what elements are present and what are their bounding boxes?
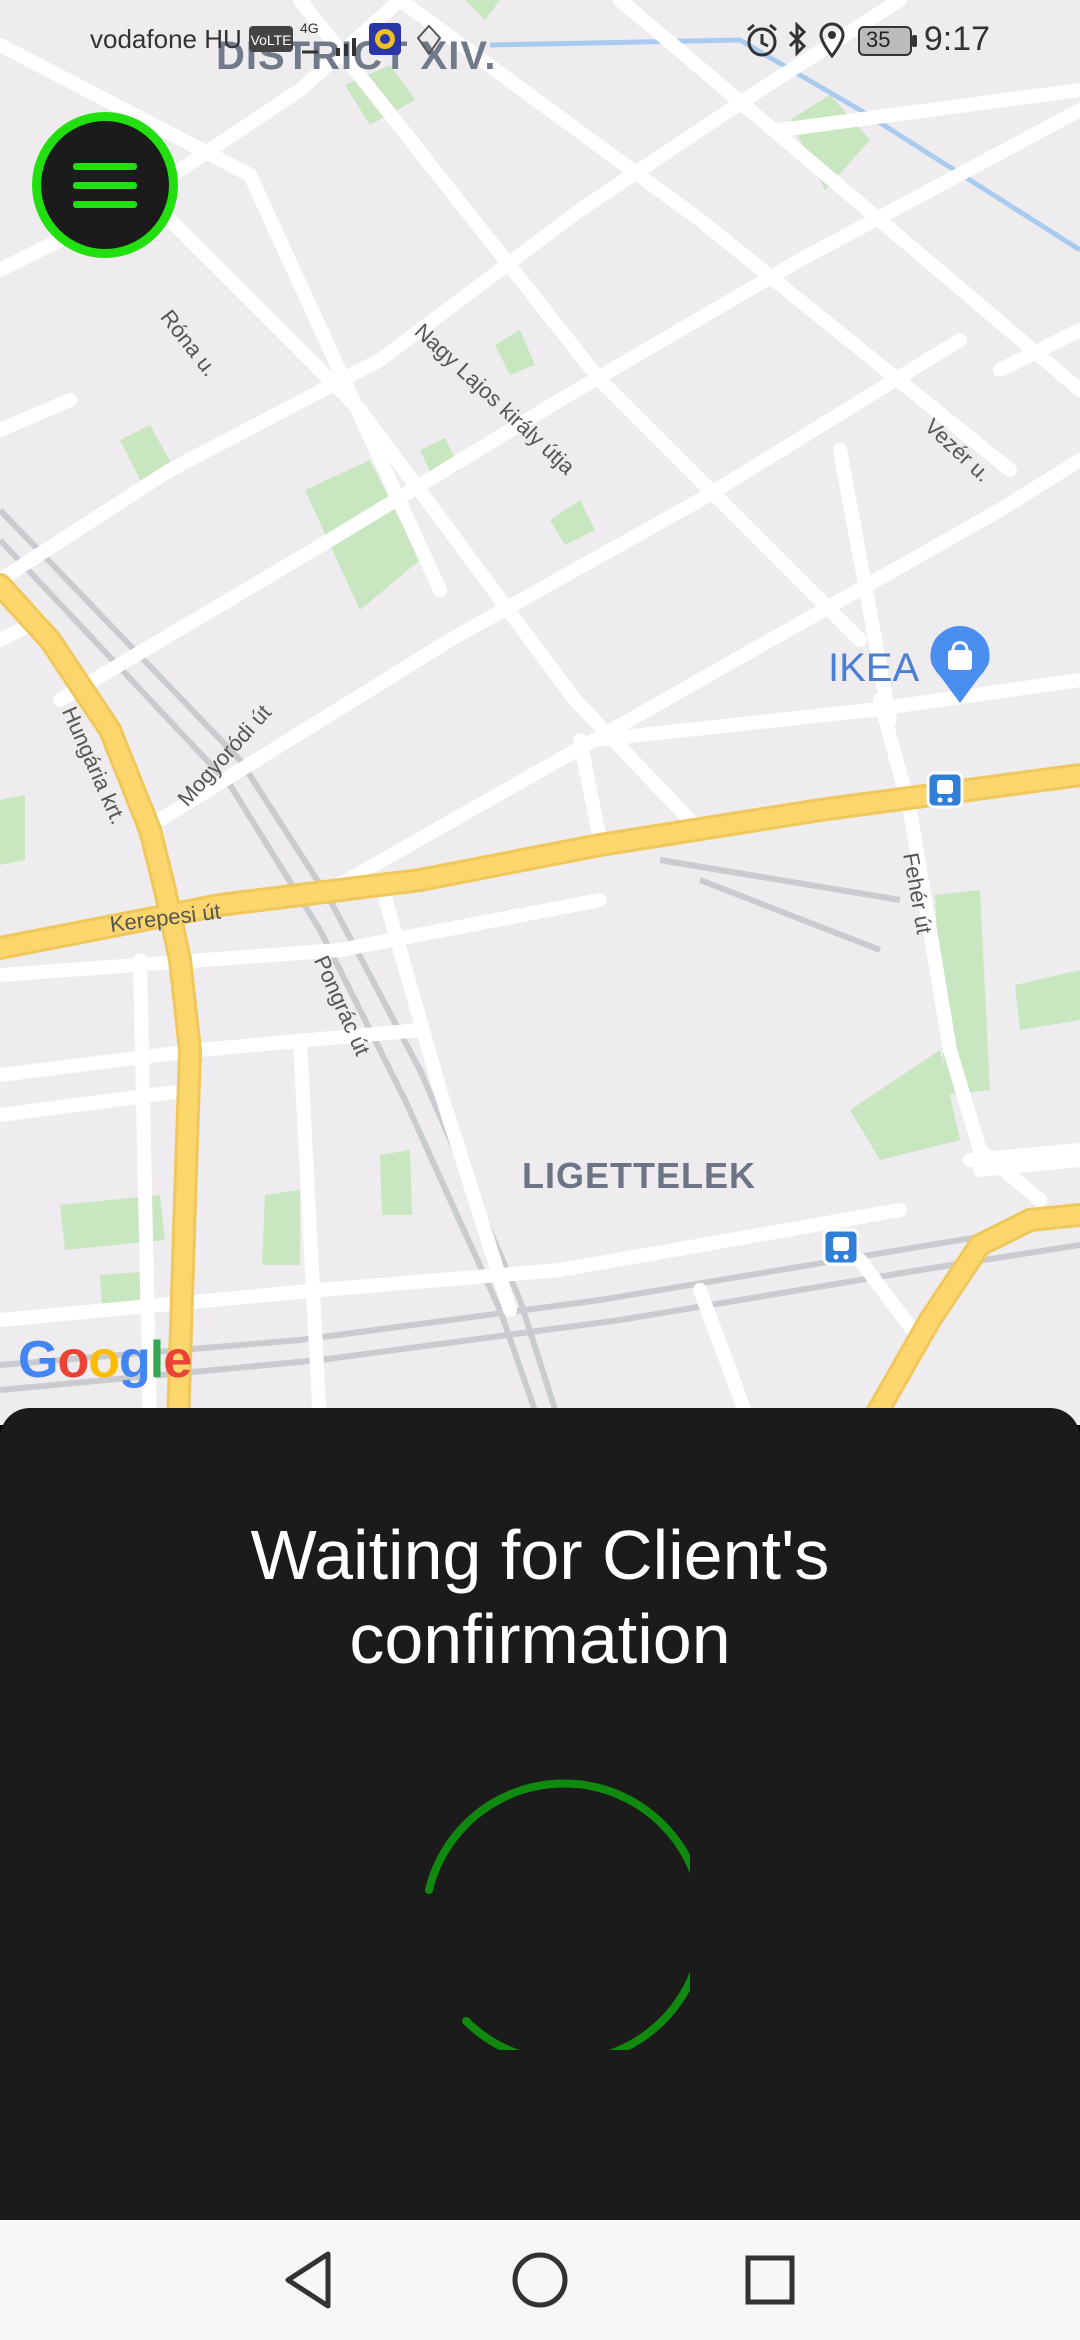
confirmation-sheet: Waiting for Client's confirmation <box>0 1408 1080 2220</box>
back-triangle-icon[interactable] <box>282 2248 342 2312</box>
transit-station-icon[interactable] <box>822 1228 860 1266</box>
menu-button[interactable] <box>32 112 178 258</box>
google-logo-letter: g <box>118 1331 151 1389</box>
map-label-district: LIGETTELEK <box>522 1155 756 1196</box>
home-circle-icon[interactable] <box>508 2248 572 2312</box>
volte-icon: VoLTE <box>249 26 293 52</box>
google-logo-letter: l <box>149 1331 164 1389</box>
alarm-icon <box>747 23 777 57</box>
loading-spinner-icon <box>425 1779 690 2050</box>
google-logo-letter: G <box>18 1331 58 1389</box>
app-notification-icon <box>369 23 401 55</box>
svg-text:VoLTE: VoLTE <box>251 32 292 48</box>
map-label-ikea[interactable]: IKEA <box>828 646 919 691</box>
google-logo-letter: o <box>88 1331 120 1389</box>
google-logo-letter: o <box>57 1331 89 1389</box>
waiting-message: Waiting for Client's confirmation <box>0 1513 1080 1681</box>
signal-bars-icon <box>302 38 356 56</box>
diamond-notification-icon <box>416 24 442 56</box>
navigation-bar <box>0 2220 1080 2340</box>
battery-level: 35 <box>866 27 891 52</box>
waiting-message-line: Waiting for Client's <box>250 1516 830 1594</box>
waiting-message-line: confirmation <box>349 1600 731 1678</box>
location-icon <box>819 22 845 58</box>
bluetooth-icon <box>788 22 807 57</box>
carrier-name: vodafone HU <box>90 24 242 54</box>
google-logo: Google <box>18 1330 192 1390</box>
network-type-label: 4G <box>300 20 319 36</box>
google-logo-letter: e <box>163 1331 192 1389</box>
recents-square-icon[interactable] <box>740 2248 800 2312</box>
hamburger-menu-icon-bar <box>73 181 137 189</box>
hamburger-menu-icon <box>73 162 137 170</box>
hamburger-menu-icon-bar <box>73 200 137 208</box>
status-bar: vodafone HU VoLTE 4G 35 9:17 <box>0 0 1080 80</box>
clock: 9:17 <box>923 20 990 58</box>
transit-station-icon[interactable] <box>926 771 964 809</box>
